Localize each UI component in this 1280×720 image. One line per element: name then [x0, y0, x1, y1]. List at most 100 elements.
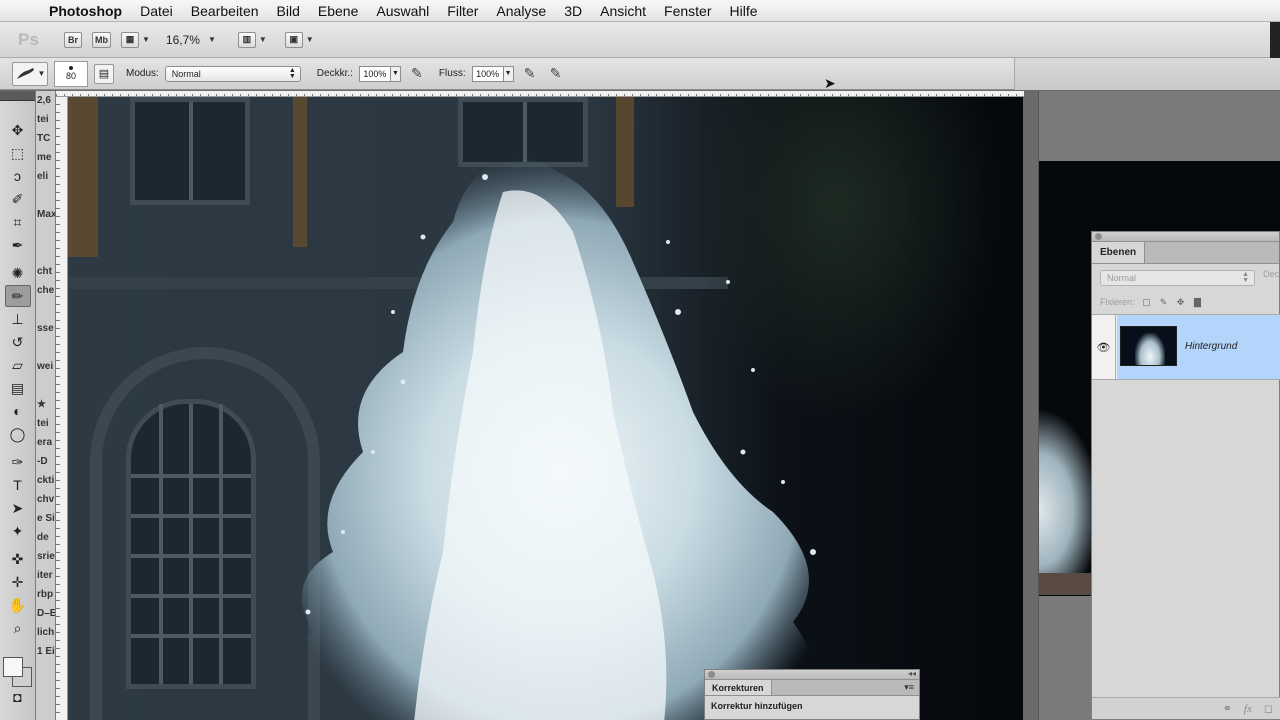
tool-preset-picker[interactable]: ▼	[12, 61, 48, 86]
mode-select[interactable]: Normal ▲ ▼	[164, 65, 301, 82]
blur-tool-icon[interactable]: ◐	[5, 400, 31, 422]
strip-item[interactable]	[36, 243, 55, 262]
strip-item[interactable]	[36, 224, 55, 243]
lock-position-icon[interactable]: ✥	[1176, 297, 1186, 307]
hand-tool-icon[interactable]: ✋	[5, 594, 31, 616]
strip-item[interactable]: sse	[36, 319, 55, 338]
strip-item[interactable]: rbp	[36, 585, 55, 604]
brush-size-picker[interactable]: 80	[54, 60, 88, 87]
strip-item[interactable]: lich	[36, 623, 55, 642]
strip-item[interactable]: tei	[36, 414, 55, 433]
strip-item[interactable]: 1 Ei	[36, 642, 55, 661]
add-mask-icon[interactable]: ◻	[1264, 702, 1273, 715]
foreground-color-swatch[interactable]	[3, 657, 23, 677]
strip-item[interactable]	[36, 186, 55, 205]
strip-item[interactable]: e Si	[36, 509, 55, 528]
quick-mask-icon[interactable]: ◘	[5, 686, 31, 708]
launch-minibridge-button[interactable]: Mb	[92, 31, 111, 48]
opacity-field[interactable]: 100%	[358, 65, 391, 82]
close-icon[interactable]	[1095, 233, 1102, 240]
type-tool-icon[interactable]: T	[5, 474, 31, 496]
menu-3d[interactable]: 3D	[555, 3, 591, 19]
airbrush-icon[interactable]: ✎	[520, 65, 540, 82]
strip-item[interactable]: de	[36, 528, 55, 547]
quick-selection-tool-icon[interactable]: ✐	[5, 188, 31, 210]
layers-panel-titlebar[interactable]	[1092, 232, 1279, 242]
lock-pixels-icon[interactable]: ✎	[1159, 297, 1169, 307]
zoom-tool-icon[interactable]: ⌕	[5, 617, 31, 639]
crop-tool-icon[interactable]: ⌗	[5, 211, 31, 233]
menu-filter[interactable]: Filter	[438, 3, 487, 19]
3d-rotate-tool-icon[interactable]: ✜	[5, 548, 31, 570]
strip-item[interactable]: -D	[36, 452, 55, 471]
strip-item[interactable]: Max	[36, 205, 55, 224]
menu-ansicht[interactable]: Ansicht	[591, 3, 655, 19]
brush-tool-icon[interactable]: ✏	[4, 285, 31, 307]
close-icon[interactable]	[708, 671, 715, 678]
strip-item[interactable]: cht	[36, 262, 55, 281]
eraser-tool-icon[interactable]: ▱	[5, 354, 31, 376]
strip-item[interactable]: srie	[36, 547, 55, 566]
pen-tool-icon[interactable]: ✑	[5, 451, 31, 473]
strip-item[interactable]: wei	[36, 357, 55, 376]
launch-bridge-button[interactable]: Br	[64, 31, 82, 48]
collapse-icon[interactable]: ◂◂	[908, 669, 916, 678]
strip-item[interactable]: eli	[36, 167, 55, 186]
strip-item[interactable]: tei	[36, 110, 55, 129]
pressure-opacity-icon[interactable]: ✎	[407, 65, 427, 82]
layer-style-fx-icon[interactable]: fx	[1244, 703, 1252, 715]
strip-item[interactable]	[36, 338, 55, 357]
strip-item[interactable]: iter	[36, 566, 55, 585]
menu-auswahl[interactable]: Auswahl	[367, 3, 438, 19]
brush-panel-toggle-icon[interactable]: ▤	[94, 63, 114, 84]
strip-item[interactable]: ckti	[36, 471, 55, 490]
3d-orbit-tool-icon[interactable]: ✛	[5, 571, 31, 593]
layer-row[interactable]: 👁 Hintergrund	[1092, 314, 1280, 380]
vertical-ruler[interactable]	[56, 97, 68, 720]
lock-all-icon[interactable]: ▇	[1193, 297, 1203, 307]
flow-field[interactable]: 100%	[471, 65, 504, 82]
strip-item[interactable]	[36, 376, 55, 395]
gradient-tool-icon[interactable]: ▤	[5, 377, 31, 399]
arrange-documents-button[interactable]: ▥ ▼	[237, 31, 267, 48]
strip-item[interactable]: D–E	[36, 604, 55, 623]
tools-panel-header[interactable]	[0, 91, 35, 101]
strip-item[interactable]: chv	[36, 490, 55, 509]
document-canvas[interactable]	[68, 97, 1023, 720]
marquee-tool-icon[interactable]: ⬚	[5, 142, 31, 164]
menu-fenster[interactable]: Fenster	[655, 3, 720, 19]
layer-name[interactable]: Hintergrund	[1185, 341, 1237, 352]
pressure-size-icon[interactable]: ✎	[546, 65, 566, 82]
menu-ebene[interactable]: Ebene	[309, 3, 367, 19]
move-tool-icon[interactable]: ✥	[5, 119, 31, 141]
zoom-level-dropdown[interactable]: 16,7% ▼	[160, 33, 216, 47]
eyedropper-tool-icon[interactable]: ✒	[5, 234, 31, 256]
menu-bearbeiten[interactable]: Bearbeiten	[182, 3, 268, 19]
tab-korrekturen[interactable]: Korrekturen	[705, 680, 772, 695]
shape-tool-icon[interactable]: ✦	[5, 520, 31, 542]
strip-item[interactable]: me	[36, 148, 55, 167]
menu-hilfe[interactable]: Hilfe	[721, 3, 767, 19]
spot-healing-tool-icon[interactable]: ✺	[5, 262, 31, 284]
panel-menu-icon[interactable]: ▾≡	[904, 682, 914, 693]
clone-stamp-tool-icon[interactable]: ⊥	[5, 308, 31, 330]
link-layers-icon[interactable]: ⚭	[1223, 702, 1232, 715]
opacity-dropdown-icon[interactable]: ▼	[390, 65, 401, 82]
strip-item[interactable]: 2,6	[36, 91, 55, 110]
flow-dropdown-icon[interactable]: ▼	[503, 65, 514, 82]
screen-mode-button[interactable]: ▣ ▼	[284, 31, 314, 48]
strip-item[interactable]: TC	[36, 129, 55, 148]
layer-blend-mode-select[interactable]: Normal ▲ ▼	[1100, 270, 1255, 286]
menu-analyse[interactable]: Analyse	[487, 3, 555, 19]
menu-datei[interactable]: Datei	[131, 3, 182, 19]
strip-item[interactable]	[36, 300, 55, 319]
strip-item[interactable]: ★	[36, 395, 55, 414]
history-brush-tool-icon[interactable]: ↺	[5, 331, 31, 353]
strip-item[interactable]: che	[36, 281, 55, 300]
menu-app-photoshop[interactable]: Photoshop	[40, 3, 131, 19]
lasso-tool-icon[interactable]: ↄ	[5, 165, 31, 187]
menu-bild[interactable]: Bild	[268, 3, 309, 19]
visibility-eye-icon[interactable]: 👁	[1092, 315, 1116, 379]
tab-ebenen[interactable]: Ebenen	[1092, 242, 1146, 263]
path-selection-tool-icon[interactable]: ➤	[5, 497, 31, 519]
